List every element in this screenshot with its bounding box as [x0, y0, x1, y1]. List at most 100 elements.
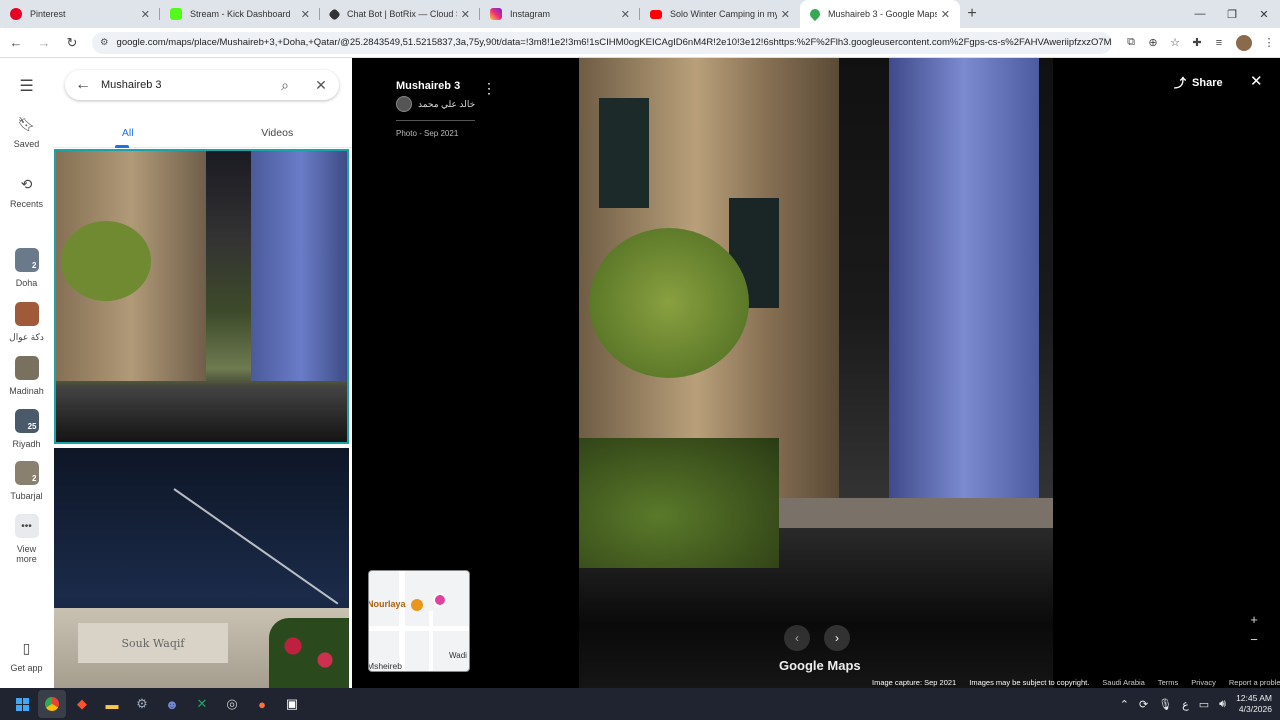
brave-icon[interactable]: ◆	[68, 690, 96, 718]
zoom-in-icon[interactable]: +	[1247, 610, 1261, 630]
search-box[interactable]: ← Mushaireb 3 ⌕ ✕	[65, 70, 339, 100]
mini-map[interactable]: Nourlaya Msheireb Wadi	[368, 570, 470, 672]
chevron-up-icon[interactable]: ⌃	[1120, 698, 1129, 711]
site-settings-icon[interactable]: ⚙	[100, 37, 109, 48]
copyright-notice: Images may be subject to copyright.	[969, 678, 1090, 687]
map-label: Nourlaya	[368, 599, 406, 609]
app-icon[interactable]: ◎	[218, 690, 246, 718]
display-icon[interactable]: ▭	[1199, 698, 1209, 711]
get-app-button[interactable]: ▯ Get app	[0, 640, 53, 673]
address-toolbar: ← → ↻ ⚙ google.com/maps/place/Mushaireb+…	[0, 28, 1280, 58]
photo-viewer: Mushaireb 3 خالد علي محمد Photo - Sep 20…	[352, 58, 1280, 688]
browser-menu-icon[interactable]: ⋮	[1258, 36, 1280, 49]
back-arrow-icon[interactable]: ←	[4, 31, 28, 55]
close-icon[interactable]: ✕	[303, 77, 339, 94]
rail-label: Get app	[10, 663, 43, 673]
bookmark-star-icon[interactable]: ☆	[1164, 36, 1186, 49]
view-more-button[interactable]: ••• View more	[0, 514, 53, 564]
share-button[interactable]: ⤴ Share	[1174, 74, 1223, 91]
rail-label: دكة عوال	[9, 332, 44, 342]
phone-icon: ▯	[22, 640, 31, 656]
extensions-icon[interactable]: ✚	[1186, 36, 1208, 49]
tab-instagram[interactable]: Instagram ✕	[480, 0, 640, 28]
place-thumbnail: 2	[14, 461, 39, 485]
footer-link-report[interactable]: Report a problem	[1229, 678, 1280, 687]
rail-item-recents[interactable]: ⟲ Recents	[0, 176, 53, 209]
tab-close-icon[interactable]: ✕	[621, 8, 630, 21]
file-explorer-icon[interactable]: ▬	[98, 690, 126, 718]
tab-all[interactable]: All	[53, 118, 203, 148]
excel-icon[interactable]: ✕	[188, 690, 216, 718]
footer-link-privacy[interactable]: Privacy	[1191, 678, 1216, 687]
sync-icon[interactable]: ⟳	[1139, 698, 1148, 711]
search-icon[interactable]: ⌕	[267, 77, 303, 94]
profile-avatar[interactable]	[1236, 34, 1252, 51]
maps-side-rail: ☰ 🔖︎ Saved ⟲ Recents 2 Doha دكة عوال Mad…	[0, 58, 53, 688]
tab-youtube[interactable]: Solo Winter Camping in my Su ✕	[640, 0, 800, 28]
windows-start-icon[interactable]	[8, 690, 36, 718]
tab-close-icon[interactable]: ✕	[141, 8, 150, 21]
rail-label: Tubarjal	[10, 491, 43, 501]
app-icon[interactable]: ▣	[278, 690, 306, 718]
discord-icon[interactable]: ☻	[158, 690, 186, 718]
tab-close-icon[interactable]: ✕	[941, 8, 950, 21]
rail-label: Doha	[15, 278, 38, 288]
image-capture-date: Image capture: Sep 2021	[872, 678, 957, 687]
restore-icon[interactable]: ❐	[1216, 0, 1248, 28]
tab-close-icon[interactable]: ✕	[301, 8, 310, 21]
more-dots-icon: •••	[14, 514, 39, 538]
tab-kick[interactable]: Stream - Kick Dashboard ✕	[160, 0, 320, 28]
steam-icon[interactable]: ⚙	[128, 690, 156, 718]
reload-icon[interactable]: ↻	[60, 31, 84, 55]
rail-item-dukkat-awal[interactable]: دكة عوال	[0, 302, 53, 343]
rail-label: Recents	[9, 199, 44, 209]
rail-item-doha[interactable]: 2 Doha	[0, 248, 53, 288]
rail-item-tubarjal[interactable]: 2 Tubarjal	[0, 461, 53, 501]
photo-thumbnail[interactable]: Souk Waqif	[54, 448, 349, 688]
tab-close-icon[interactable]: ✕	[461, 8, 470, 21]
next-photo-button[interactable]: ›	[824, 625, 850, 651]
open-in-app-icon[interactable]: ⧉	[1120, 36, 1142, 49]
minimize-icon[interactable]: —	[1184, 0, 1216, 28]
search-input[interactable]: Mushaireb 3	[101, 79, 267, 91]
reading-list-icon[interactable]: ≡	[1208, 37, 1230, 49]
new-tab-button[interactable]: +	[960, 0, 984, 28]
rail-item-riyadh[interactable]: 25 Riyadh	[0, 409, 53, 449]
tab-title: Solo Winter Camping in my Su	[670, 9, 777, 19]
tab-title: Pinterest	[30, 9, 66, 19]
botrix-favicon-icon	[328, 7, 341, 21]
tab-pinterest[interactable]: Pinterest ✕	[0, 0, 160, 28]
forward-arrow-icon[interactable]: →	[32, 31, 56, 55]
tab-google-maps[interactable]: Mushaireb 3 - Google Maps ✕	[800, 0, 960, 28]
photo-author[interactable]: خالد علي محمد	[396, 96, 475, 112]
url-bar[interactable]: ⚙ google.com/maps/place/Mushaireb+3,+Doh…	[92, 31, 1112, 54]
chrome-icon[interactable]	[38, 690, 66, 718]
close-viewer-icon[interactable]: ✕	[1250, 72, 1263, 90]
system-tray: ⌃ ⟳ 🎙︎ ع ▭ 🔊︎ 12:45 AM 4/3/2026	[1110, 688, 1272, 720]
more-options-icon[interactable]: ⋮	[482, 80, 496, 97]
tab-close-icon[interactable]: ✕	[781, 8, 790, 21]
footer-link-region[interactable]: Saudi Arabia	[1102, 678, 1145, 687]
firefox-icon[interactable]: ●	[248, 690, 276, 718]
back-arrow-icon[interactable]: ←	[65, 76, 101, 94]
photos-panel: ← Mushaireb 3 ⌕ ✕ All Videos Souk Waqif	[53, 58, 352, 688]
author-name: خالد علي محمد	[418, 98, 476, 109]
tab-videos[interactable]: Videos	[203, 118, 353, 147]
place-name[interactable]: Mushaireb 3	[396, 80, 475, 92]
rail-item-madinah[interactable]: Madinah	[0, 356, 53, 396]
rail-item-saved[interactable]: 🔖︎ Saved	[0, 116, 53, 149]
google-maps-watermark: Google Maps	[779, 658, 861, 673]
zoom-out-icon[interactable]: −	[1247, 630, 1261, 650]
footer-link-terms[interactable]: Terms	[1158, 678, 1178, 687]
previous-photo-button[interactable]: ‹	[784, 625, 810, 651]
close-window-icon[interactable]: ✕	[1248, 0, 1280, 28]
volume-icon[interactable]: 🔊︎	[1219, 698, 1226, 711]
microphone-icon[interactable]: 🎙︎	[1158, 698, 1172, 711]
language-indicator[interactable]: ع	[1182, 698, 1189, 711]
zoom-icon[interactable]: ⊕	[1142, 36, 1164, 49]
main-photo[interactable]: ‹ › Google Maps	[579, 58, 1053, 688]
photo-thumbnail-selected[interactable]	[54, 149, 349, 444]
clock[interactable]: 12:45 AM 4/3/2026	[1236, 693, 1272, 715]
tab-botrix[interactable]: Chat Bot | BotRix — Cloud Strea ✕	[320, 0, 480, 28]
menu-button[interactable]: ☰	[0, 76, 53, 96]
